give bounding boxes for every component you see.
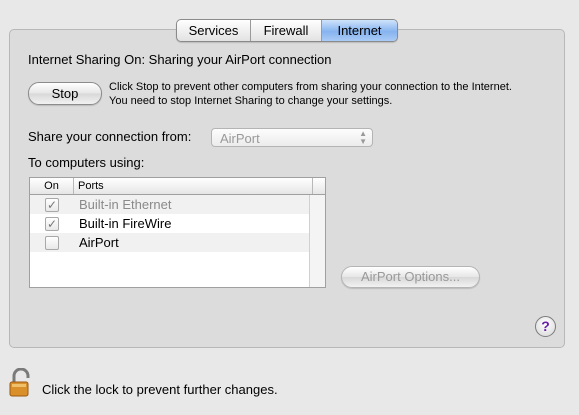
tab-services[interactable]: Services [177,20,251,41]
checkbox-ethernet[interactable]: ✓ [45,197,59,212]
ports-table: On Ports ✓ Built-in Ethernet ✓ Built-in … [29,177,326,288]
stop-description: Click Stop to prevent other computers fr… [109,81,512,107]
checkbox-firewire[interactable]: ✓ [45,216,59,231]
lock-icon[interactable] [8,368,34,398]
table-header: On Ports [30,178,325,195]
share-from-value: AirPort [220,131,260,146]
airport-options-button[interactable]: AirPort Options... [341,266,480,288]
tab-bar: Services Firewall Internet [176,19,398,42]
table-scrollbar[interactable] [309,195,325,287]
to-computers-label: To computers using: [28,155,145,170]
port-label: AirPort [79,235,119,250]
share-from-popup[interactable]: AirPort ▲ ▼ [211,128,373,147]
stop-button[interactable]: Stop [28,82,102,105]
tab-firewall[interactable]: Firewall [251,20,322,41]
column-ports[interactable]: Ports [74,178,313,194]
port-label: Built-in Ethernet [79,197,172,212]
popup-arrows-icon: ▲ ▼ [359,129,367,146]
share-from-label: Share your connection from: [28,129,192,144]
help-button[interactable]: ? [535,316,556,337]
port-label: Built-in FireWire [79,216,172,231]
table-row[interactable]: ✓ Built-in FireWire [30,214,325,233]
tab-internet[interactable]: Internet [322,20,397,41]
lock-text: Click the lock to prevent further change… [42,382,278,397]
table-row[interactable]: AirPort [30,233,325,252]
checkbox-airport[interactable] [45,235,59,250]
column-on[interactable]: On [30,178,74,194]
table-row[interactable]: ✓ Built-in Ethernet [30,195,325,214]
sharing-status: Internet Sharing On: Sharing your AirPor… [28,52,332,67]
